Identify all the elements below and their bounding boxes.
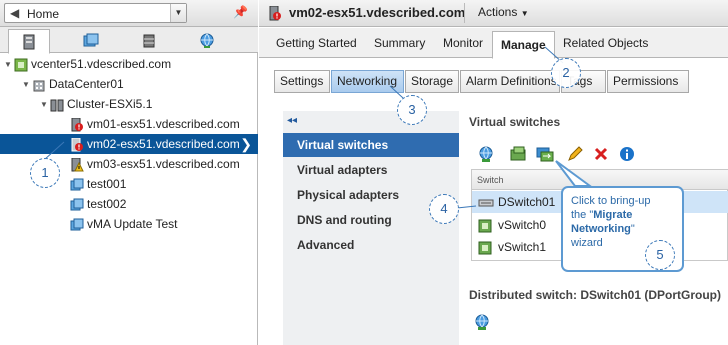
callout-3: 3 <box>397 95 427 125</box>
tooltip-line: Click to bring-up <box>571 195 651 207</box>
tooltip-line: Networking" <box>571 222 674 236</box>
callout-2: 2 <box>551 58 581 88</box>
tooltip-text: " <box>630 223 635 235</box>
callout-1: 1 <box>30 158 60 188</box>
callout-connectors <box>43 46 594 209</box>
tooltip-text: the " <box>571 209 594 221</box>
callout-4: 4 <box>429 194 459 224</box>
tooltip-emphasis: Networking <box>571 223 631 235</box>
callout-5: 5 <box>645 240 675 270</box>
tooltip-line: the "Migrate <box>571 208 674 222</box>
tooltip-emphasis: Migrate <box>593 209 633 221</box>
